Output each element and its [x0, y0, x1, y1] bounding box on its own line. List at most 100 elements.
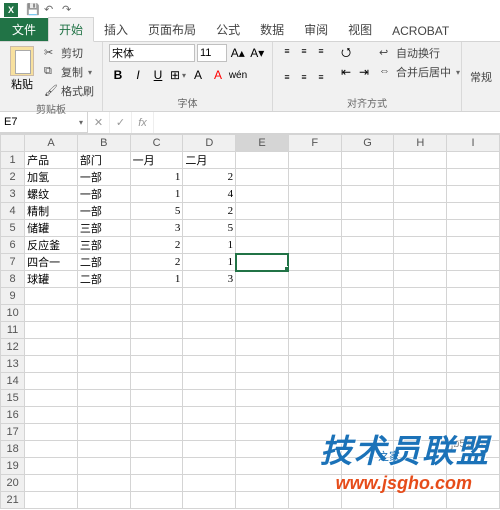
- cell-I6[interactable]: [447, 237, 500, 254]
- cell-G1[interactable]: [341, 152, 394, 169]
- align-center-icon[interactable]: ≡: [296, 70, 312, 84]
- cell-D14[interactable]: [183, 373, 236, 390]
- cell-E17[interactable]: [236, 424, 289, 441]
- col-header-D[interactable]: D: [183, 135, 236, 152]
- decrease-indent-icon[interactable]: ⇤: [337, 63, 355, 81]
- cell-I5[interactable]: [447, 220, 500, 237]
- cell-C9[interactable]: [130, 288, 183, 305]
- cell-G10[interactable]: [341, 305, 394, 322]
- cell-C5[interactable]: 3: [130, 220, 183, 237]
- cell-F7[interactable]: [288, 254, 341, 271]
- cell-B19[interactable]: [77, 458, 130, 475]
- italic-button[interactable]: I: [129, 66, 147, 84]
- cell-D7[interactable]: 1: [183, 254, 236, 271]
- cell-A15[interactable]: [25, 390, 78, 407]
- cell-A5[interactable]: 储罐: [25, 220, 78, 237]
- fx-icon[interactable]: fx: [132, 112, 154, 133]
- orientation-icon[interactable]: ⭯: [337, 44, 355, 62]
- cell-D12[interactable]: [183, 339, 236, 356]
- cell-H7[interactable]: [394, 254, 447, 271]
- cell-I8[interactable]: [447, 271, 500, 288]
- cell-E3[interactable]: [236, 186, 289, 203]
- cell-E14[interactable]: [236, 373, 289, 390]
- cell-A20[interactable]: [25, 475, 78, 492]
- cell-D9[interactable]: [183, 288, 236, 305]
- format-painter-button[interactable]: 🖌格式刷: [42, 82, 96, 100]
- cell-G11[interactable]: [341, 322, 394, 339]
- cell-B17[interactable]: [77, 424, 130, 441]
- col-header-F[interactable]: F: [288, 135, 341, 152]
- cell-G7[interactable]: [341, 254, 394, 271]
- cell-B12[interactable]: [77, 339, 130, 356]
- cell-D5[interactable]: 5: [183, 220, 236, 237]
- cell-B18[interactable]: [77, 441, 130, 458]
- cell-C21[interactable]: [130, 492, 183, 509]
- cell-D21[interactable]: [183, 492, 236, 509]
- cell-I13[interactable]: [447, 356, 500, 373]
- number-format-select[interactable]: 常规: [468, 44, 494, 109]
- row-header-17[interactable]: 17: [1, 424, 25, 441]
- cell-A13[interactable]: [25, 356, 78, 373]
- col-header-B[interactable]: B: [77, 135, 130, 152]
- cell-D16[interactable]: [183, 407, 236, 424]
- cell-D19[interactable]: [183, 458, 236, 475]
- cell-G3[interactable]: [341, 186, 394, 203]
- row-header-1[interactable]: 1: [1, 152, 25, 169]
- col-header-I[interactable]: I: [447, 135, 500, 152]
- increase-font-icon[interactable]: A▴: [229, 44, 247, 62]
- cell-I12[interactable]: [447, 339, 500, 356]
- cell-A9[interactable]: [25, 288, 78, 305]
- cell-I21[interactable]: [447, 492, 500, 509]
- cell-H3[interactable]: [394, 186, 447, 203]
- wrap-text-button[interactable]: ↩自动换行: [377, 44, 462, 62]
- row-header-13[interactable]: 13: [1, 356, 25, 373]
- cell-A11[interactable]: [25, 322, 78, 339]
- cell-H5[interactable]: [394, 220, 447, 237]
- phonetic-button[interactable]: wén: [229, 66, 247, 84]
- row-header-5[interactable]: 5: [1, 220, 25, 237]
- row-header-6[interactable]: 6: [1, 237, 25, 254]
- align-right-icon[interactable]: ≡: [313, 70, 329, 84]
- cell-F15[interactable]: [288, 390, 341, 407]
- cell-C7[interactable]: 2: [130, 254, 183, 271]
- cell-E12[interactable]: [236, 339, 289, 356]
- cell-D13[interactable]: [183, 356, 236, 373]
- cell-A2[interactable]: 加氢: [25, 169, 78, 186]
- cell-E21[interactable]: [236, 492, 289, 509]
- row-header-14[interactable]: 14: [1, 373, 25, 390]
- cancel-formula-icon[interactable]: ✕: [88, 112, 110, 133]
- cell-G2[interactable]: [341, 169, 394, 186]
- tab-4[interactable]: 数据: [250, 18, 294, 41]
- cell-F6[interactable]: [288, 237, 341, 254]
- cell-E19[interactable]: [236, 458, 289, 475]
- cell-B7[interactable]: 二部: [77, 254, 130, 271]
- cell-C17[interactable]: [130, 424, 183, 441]
- cell-B14[interactable]: [77, 373, 130, 390]
- cell-G16[interactable]: [341, 407, 394, 424]
- underline-button[interactable]: U: [149, 66, 167, 84]
- row-header-11[interactable]: 11: [1, 322, 25, 339]
- cell-B6[interactable]: 三部: [77, 237, 130, 254]
- cut-button[interactable]: ✂剪切: [42, 44, 96, 62]
- cell-C4[interactable]: 5: [130, 203, 183, 220]
- cell-B20[interactable]: [77, 475, 130, 492]
- font-name-select[interactable]: [109, 44, 195, 62]
- cell-E20[interactable]: [236, 475, 289, 492]
- cell-H9[interactable]: [394, 288, 447, 305]
- cell-A12[interactable]: [25, 339, 78, 356]
- col-header-H[interactable]: H: [394, 135, 447, 152]
- cell-C6[interactable]: 2: [130, 237, 183, 254]
- cell-D18[interactable]: [183, 441, 236, 458]
- fill-color-button[interactable]: A: [189, 66, 207, 84]
- cell-H6[interactable]: [394, 237, 447, 254]
- cell-H11[interactable]: [394, 322, 447, 339]
- cell-G8[interactable]: [341, 271, 394, 288]
- cell-I1[interactable]: [447, 152, 500, 169]
- cell-C2[interactable]: 1: [130, 169, 183, 186]
- col-header-A[interactable]: A: [25, 135, 78, 152]
- cell-C13[interactable]: [130, 356, 183, 373]
- cell-G21[interactable]: [341, 492, 394, 509]
- cell-E18[interactable]: [236, 441, 289, 458]
- cell-A16[interactable]: [25, 407, 78, 424]
- cell-A19[interactable]: [25, 458, 78, 475]
